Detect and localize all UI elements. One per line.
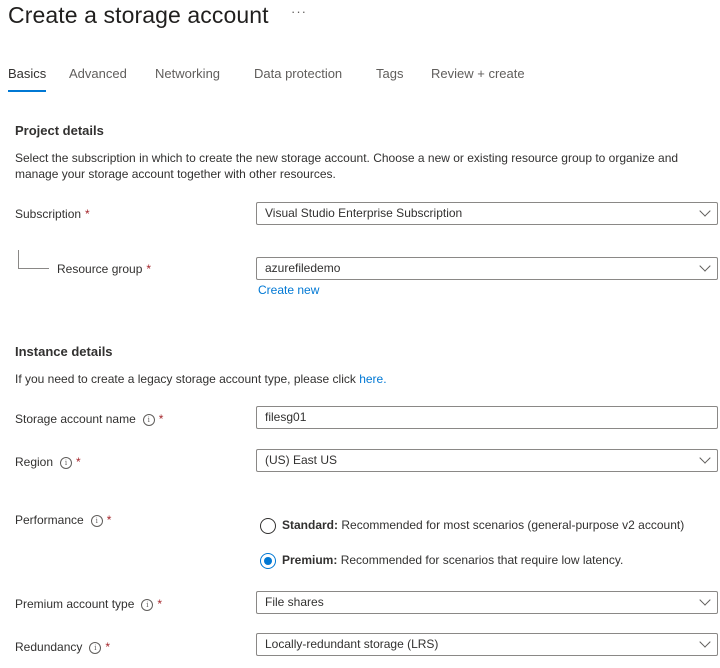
info-icon[interactable]: i (89, 642, 102, 654)
region-dropdown[interactable]: (US) East US (256, 449, 718, 472)
resource-group-label: Resource group * (57, 262, 152, 276)
required-marker: * (146, 262, 152, 276)
subscription-label: Subscription * (15, 207, 90, 221)
storage-account-name-label: Storage account name i * (15, 412, 164, 426)
tab-advanced[interactable]: Advanced (69, 66, 127, 81)
tab-review-create[interactable]: Review + create (431, 66, 525, 81)
chevron-down-icon (699, 636, 711, 648)
chevron-down-icon (699, 260, 711, 272)
active-tab-indicator (8, 90, 46, 92)
required-marker: * (106, 513, 112, 527)
project-details-description: Select the subscription in which to crea… (15, 151, 679, 181)
performance-standard-option[interactable]: Standard: Recommended for most scenarios… (260, 518, 684, 534)
subscription-dropdown[interactable]: Visual Studio Enterprise Subscription (256, 202, 718, 225)
tab-tags[interactable]: Tags (376, 66, 403, 81)
region-label: Region i * (15, 455, 81, 469)
tab-data-protection[interactable]: Data protection (254, 66, 342, 81)
info-icon[interactable]: i (60, 457, 73, 469)
chevron-down-icon (699, 205, 711, 217)
storage-account-name-input[interactable]: filesg01 (256, 406, 718, 429)
premium-account-type-dropdown[interactable]: File shares (256, 591, 718, 614)
radio-standard[interactable] (260, 518, 276, 534)
required-marker: * (105, 640, 111, 654)
tab-basics[interactable]: Basics (8, 66, 46, 81)
resource-group-dropdown[interactable]: azurefiledemo (256, 257, 718, 280)
instance-details-description: If you need to create a legacy storage a… (15, 372, 387, 386)
tab-networking[interactable]: Networking (155, 66, 220, 81)
info-icon[interactable]: i (141, 599, 154, 611)
chevron-down-icon (699, 452, 711, 464)
more-options-button[interactable]: ··· (291, 4, 307, 19)
redundancy-dropdown[interactable]: Locally-redundant storage (LRS) (256, 633, 718, 656)
redundancy-label: Redundancy i * (15, 640, 111, 654)
create-new-link[interactable]: Create new (258, 283, 319, 297)
info-icon[interactable]: i (142, 414, 155, 426)
performance-premium-option[interactable]: Premium: Recommended for scenarios that … (260, 553, 623, 569)
performance-label: Performance i * (15, 513, 112, 527)
radio-premium[interactable] (260, 553, 276, 569)
required-marker: * (76, 455, 81, 469)
premium-account-type-label: Premium account type i * (15, 597, 163, 611)
info-icon[interactable]: i (90, 515, 103, 527)
required-marker: * (85, 207, 90, 221)
tree-connector (18, 250, 49, 269)
project-details-heading: Project details (15, 123, 104, 138)
chevron-down-icon (699, 594, 711, 606)
instance-details-heading: Instance details (15, 344, 113, 359)
page-title: Create a storage account (8, 2, 269, 28)
legacy-account-link[interactable]: here. (359, 372, 386, 386)
required-marker: * (158, 412, 164, 426)
required-marker: * (157, 597, 163, 611)
